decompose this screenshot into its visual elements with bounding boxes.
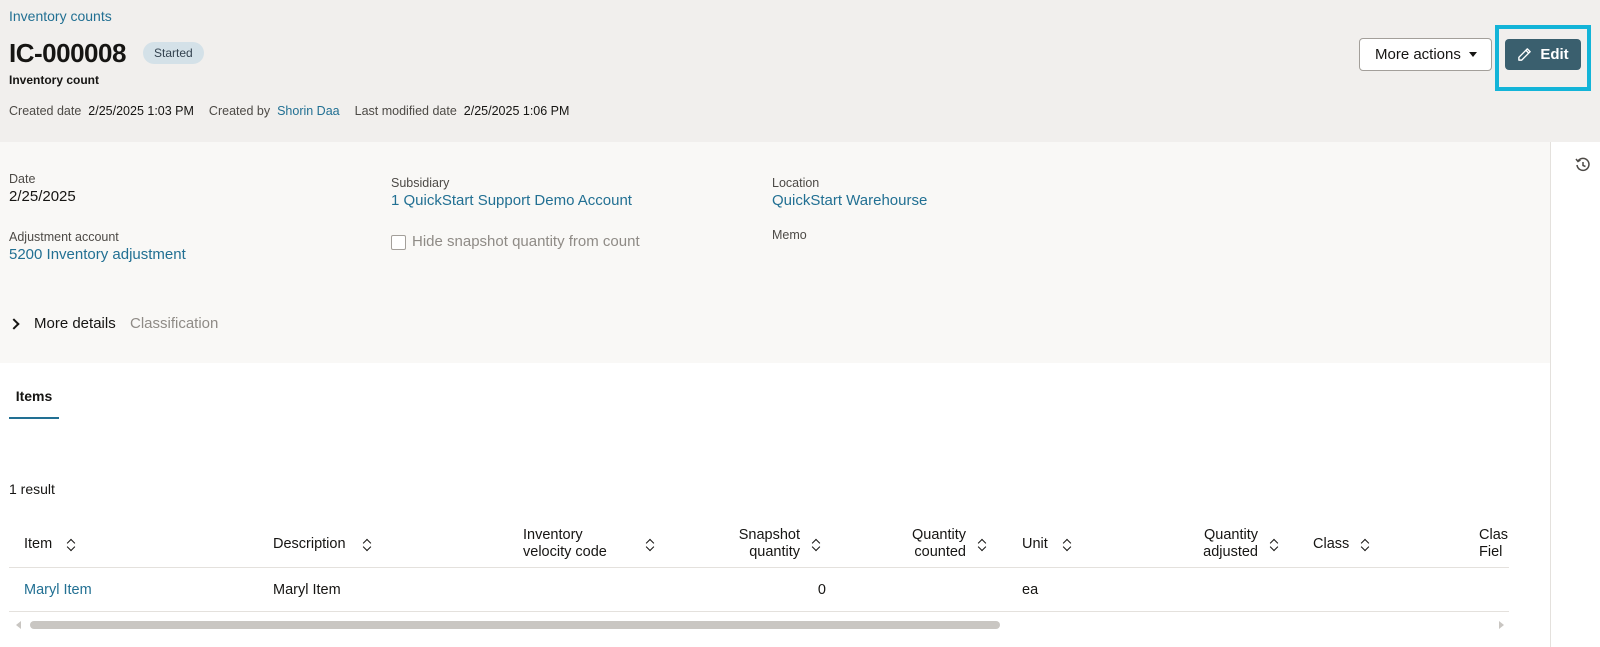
location-link[interactable]: QuickStart Warehourse	[772, 192, 927, 209]
created-date-label: Created date	[9, 104, 82, 118]
column-item-label: Item	[24, 536, 53, 552]
adjustment-account-label: Adjustment account	[9, 230, 119, 244]
sort-icon[interactable]	[66, 538, 76, 552]
sort-icon[interactable]	[977, 538, 987, 552]
column-header-class[interactable]: Class	[1313, 536, 1349, 553]
right-rail	[1550, 142, 1600, 647]
column-description-label: Description	[273, 536, 346, 552]
column-snapshot-label-2: quantity	[749, 544, 800, 560]
row-divider	[9, 611, 1509, 612]
sort-icon[interactable]	[811, 538, 821, 552]
column-header-snapshot[interactable]: Snapshot quantity	[710, 527, 800, 561]
page-header: Inventory counts IC-000008 Started Inven…	[0, 0, 1600, 142]
created-by-label: Created by	[208, 104, 271, 118]
modified-date-value: 2/25/2025 1:06 PM	[463, 104, 570, 118]
sort-icon[interactable]	[645, 538, 655, 552]
scroll-right-icon[interactable]	[1499, 621, 1504, 629]
caret-down-icon	[1469, 52, 1477, 57]
column-header-velocity[interactable]: Inventory velocity code	[523, 527, 607, 561]
more-actions-label: More actions	[1375, 46, 1461, 63]
memo-label: Memo	[772, 228, 807, 242]
column-velocity-label-1: Inventory	[523, 527, 583, 543]
column-velocity-label-2: velocity code	[523, 544, 607, 560]
edit-label: Edit	[1540, 46, 1569, 63]
column-adjusted-label-2: adjusted	[1203, 544, 1258, 560]
sort-icon[interactable]	[1360, 538, 1370, 552]
column-counted-label-2: counted	[914, 544, 966, 560]
result-count: 1 result	[9, 481, 55, 497]
classification-section[interactable]: Classification	[130, 315, 218, 332]
more-actions-button[interactable]: More actions	[1359, 38, 1492, 71]
column-header-adjusted[interactable]: Quantity adjusted	[1168, 527, 1258, 561]
sort-icon[interactable]	[1269, 538, 1279, 552]
record-type-label: Inventory count	[9, 73, 100, 87]
column-header-class-field[interactable]: Clas Fiel	[1479, 527, 1509, 561]
breadcrumb-inventory-counts[interactable]: Inventory counts	[9, 8, 112, 24]
column-header-description[interactable]: Description	[273, 536, 346, 553]
hide-snapshot-label: Hide snapshot quantity from count	[412, 233, 640, 250]
subsidiary-label: Subsidiary	[391, 176, 450, 190]
status-badge: Started	[143, 42, 204, 64]
column-header-unit[interactable]: Unit	[1022, 536, 1048, 553]
page-title: IC-000008	[9, 38, 126, 68]
adjustment-account-link[interactable]: 5200 Inventory adjustment	[9, 246, 186, 263]
more-details-label: More details	[34, 315, 116, 332]
pencil-icon	[1518, 48, 1532, 61]
column-counted-label-1: Quantity	[912, 527, 966, 543]
column-header-counted[interactable]: Quantity counted	[876, 527, 966, 561]
created-date-value: 2/25/2025 1:03 PM	[88, 104, 194, 118]
history-icon[interactable]	[1574, 156, 1592, 174]
row-item-link[interactable]: Maryl Item	[24, 582, 92, 598]
created-by-link[interactable]: Shorin Daa	[277, 104, 340, 118]
hide-snapshot-checkbox[interactable]	[391, 235, 406, 250]
sort-icon[interactable]	[1062, 538, 1072, 552]
subsidiary-link[interactable]: 1 QuickStart Support Demo Account	[391, 192, 632, 209]
edit-button[interactable]: Edit	[1505, 39, 1581, 70]
horizontal-scrollbar[interactable]	[14, 619, 1506, 631]
date-value: 2/25/2025	[9, 188, 76, 205]
sort-icon[interactable]	[362, 538, 372, 552]
location-label: Location	[772, 176, 820, 190]
record-meta: Created date 2/25/2025 1:03 PM Created b…	[9, 104, 584, 118]
column-class-label: Class	[1313, 536, 1350, 552]
column-adjusted-label-1: Quantity	[1204, 527, 1258, 543]
header-divider	[9, 567, 1509, 568]
column-classfield-label-1: Clas	[1479, 527, 1509, 543]
column-unit-label: Unit	[1022, 536, 1048, 552]
row-description: Maryl Item	[273, 582, 341, 598]
column-classfield-label-2: Fiel	[1479, 544, 1503, 560]
date-label: Date	[9, 172, 36, 186]
scroll-left-icon[interactable]	[16, 621, 21, 629]
column-snapshot-label-1: Snapshot	[738, 527, 800, 543]
tab-items[interactable]: Items	[9, 386, 59, 419]
scrollbar-thumb[interactable]	[30, 621, 1000, 629]
more-details-toggle[interactable]: More details	[8, 315, 116, 332]
chevron-right-icon	[8, 317, 20, 330]
row-snapshot: 0	[817, 582, 826, 598]
row-unit: ea	[1022, 582, 1039, 598]
column-header-item[interactable]: Item	[24, 536, 52, 553]
modified-date-label: Last modified date	[354, 104, 457, 118]
